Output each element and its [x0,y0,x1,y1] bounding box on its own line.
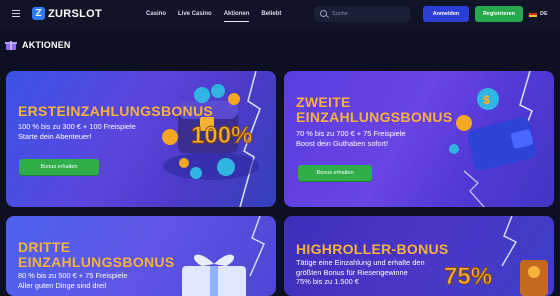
nav-aktionen[interactable]: Aktionen [223,11,249,22]
search-icon [320,10,327,17]
section-header: AKTIONEN [5,40,71,50]
germany-flag-icon[interactable] [529,11,537,17]
claim-bonus-button[interactable]: Bonus erhalten [298,165,372,181]
top-bar: Z ZURSLOT Casino Live Casino Aktionen Be… [0,0,560,29]
register-button[interactable]: Registrieren [475,6,523,22]
nav-casino[interactable]: Casino [146,11,166,17]
search-box[interactable] [314,6,410,22]
search-input[interactable] [332,9,404,19]
seventy-five-percent-text: 75% [444,263,492,290]
promo-description: 70 % bis zu 700 € + 75 Freispiele Boost … [296,129,406,148]
gift-icon [5,40,17,50]
logo-text[interactable]: ZURSLOT [48,8,102,20]
section-title: AKTIONEN [22,40,71,50]
promo-title: DRITTE EINZAHLUNGSBONUS [18,239,175,270]
promo-title: ZWEITE EINZAHLUNGSBONUS [296,94,453,125]
main-nav: Casino Live Casino Aktionen Beliebt [146,11,281,22]
promo-description: 100 % bis zu 300 € + 100 Freispiele Star… [18,122,136,141]
nav-live-casino[interactable]: Live Casino [178,11,212,17]
logo-icon[interactable]: Z [32,7,45,20]
wallet-illustration: $ [449,71,537,207]
promo-description: 80 % bis zu 500 € + 75 Freispiele Aller … [18,271,128,290]
claim-bonus-button[interactable]: Bonus erhalten [19,159,99,175]
treasure-chest-illustration: 100% [162,71,261,207]
highroller-illustration: 75% [444,216,548,296]
nav-beliebt[interactable]: Beliebt [261,11,281,17]
promo-card-third-deposit[interactable]: DRITTE EINZAHLUNGSBONUS 80 % bis zu 500 … [6,216,276,296]
promo-card-second-deposit[interactable]: $ ZWEITE EINZAHLUNGSBONUS 70 % bis zu 70… [284,71,554,207]
promo-title: HIGHROLLER-BONUS [296,241,449,257]
promo-description: Tätige eine Einzahlung und erhalte den g… [296,258,425,287]
promo-card-first-deposit[interactable]: 100% ERSTEINZAHLUNGSBONUS 100 % bis zu 3… [6,71,276,207]
promo-title: ERSTEINZAHLUNGSBONUS [18,103,214,119]
language-selector[interactable]: DE [540,11,548,17]
svg-text:$: $ [483,93,490,107]
hundred-percent-text: 100% [191,122,252,149]
login-button[interactable]: Anmelden [423,6,469,22]
menu-icon[interactable] [12,10,20,18]
promo-card-highroller[interactable]: 75% HIGHROLLER-BONUS Tätige eine Einzahl… [284,216,554,296]
